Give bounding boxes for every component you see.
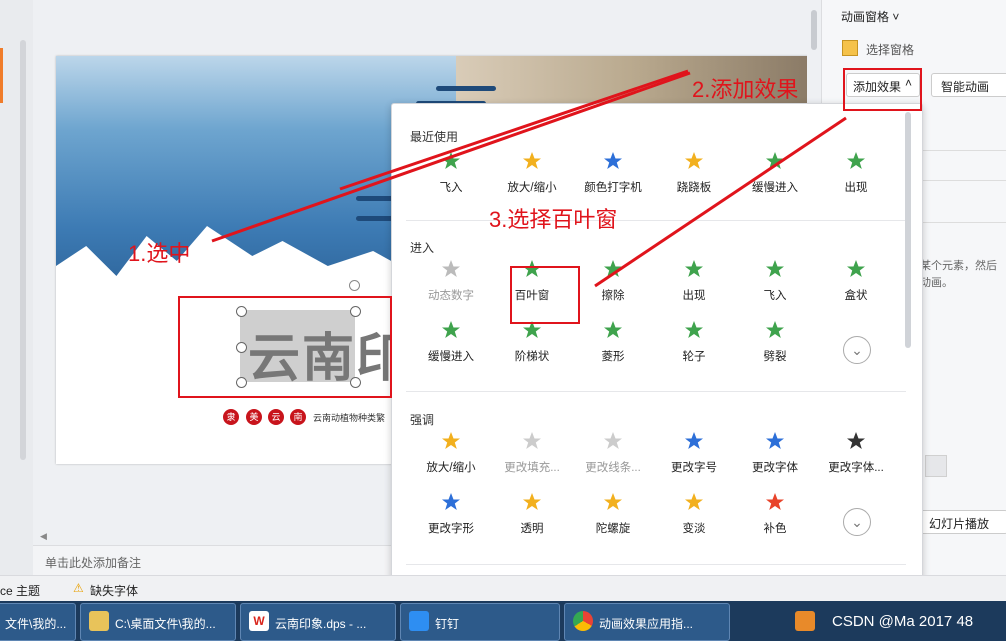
annotation-step3: 3.选择百叶窗 <box>489 207 618 232</box>
annotation-line <box>594 116 847 288</box>
annotation-lines <box>211 69 847 288</box>
annotation-step1: 1.选中 <box>128 241 191 266</box>
annotation-line <box>211 71 691 243</box>
annotation-step2: 2.添加效果 <box>692 77 799 102</box>
annotation-line <box>339 69 689 191</box>
